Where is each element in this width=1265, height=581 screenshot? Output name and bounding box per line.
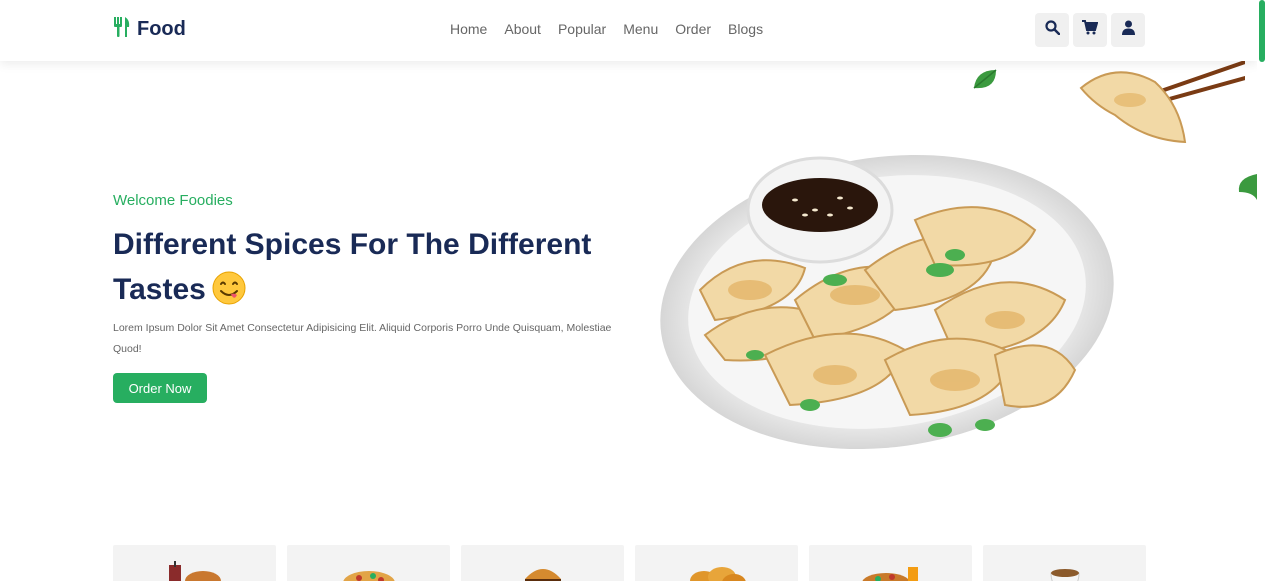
category-card-noodles[interactable] <box>809 545 972 581</box>
hero-subtitle: Welcome Foodies <box>113 192 233 209</box>
emoji-icon <box>212 271 246 318</box>
cart-icon <box>1082 20 1099 40</box>
user-button[interactable] <box>1111 13 1145 47</box>
noodles-icon <box>861 567 918 581</box>
logo[interactable]: Food <box>113 17 186 42</box>
category-card-pizza[interactable] <box>287 545 450 581</box>
nav-order[interactable]: Order <box>675 21 711 37</box>
user-icon <box>1121 20 1135 40</box>
category-card-coffee[interactable] <box>983 545 1146 581</box>
nav-menu[interactable]: Menu <box>623 21 658 37</box>
leaf-icon <box>968 64 1004 105</box>
utensils-icon <box>113 17 131 42</box>
pizza-icon <box>342 571 395 581</box>
category-card-drink-burger[interactable] <box>113 545 276 581</box>
cart-button[interactable] <box>1073 13 1107 47</box>
scrollbar-track[interactable] <box>1257 0 1265 581</box>
nav-home[interactable]: Home <box>450 21 487 37</box>
search-icon <box>1044 20 1060 40</box>
drink-burger-icon <box>168 561 221 581</box>
burger-icon <box>524 569 561 581</box>
logo-text: Food <box>137 18 186 40</box>
dumplings-image <box>655 150 1120 460</box>
category-list <box>113 545 1146 581</box>
nav-blogs[interactable]: Blogs <box>728 21 763 37</box>
dumpling-chopsticks-image <box>1075 60 1247 155</box>
nav-popular[interactable]: Popular <box>558 21 606 37</box>
category-card-fried-chicken[interactable] <box>635 545 798 581</box>
header-icons <box>1035 13 1145 47</box>
hero-title: Different Spices For The Different Taste… <box>113 222 633 318</box>
coffee-icon <box>1049 569 1080 581</box>
category-card-burger[interactable] <box>461 545 624 581</box>
nav-about[interactable]: About <box>504 21 541 37</box>
site-header: Food Home About Popular Menu Order Blogs <box>0 0 1257 61</box>
scrollbar-thumb[interactable] <box>1259 0 1265 62</box>
leaf-icon <box>1235 170 1257 211</box>
order-now-button[interactable]: Order Now <box>113 373 207 403</box>
main-nav: Home About Popular Menu Order Blogs <box>450 21 763 37</box>
fried-chicken-icon <box>689 567 746 581</box>
search-button[interactable] <box>1035 13 1069 47</box>
hero-description: Lorem Ipsum Dolor Sit Amet Consectetur A… <box>113 322 612 355</box>
hero-title-text: Different Spices For The Different Taste… <box>113 228 592 306</box>
